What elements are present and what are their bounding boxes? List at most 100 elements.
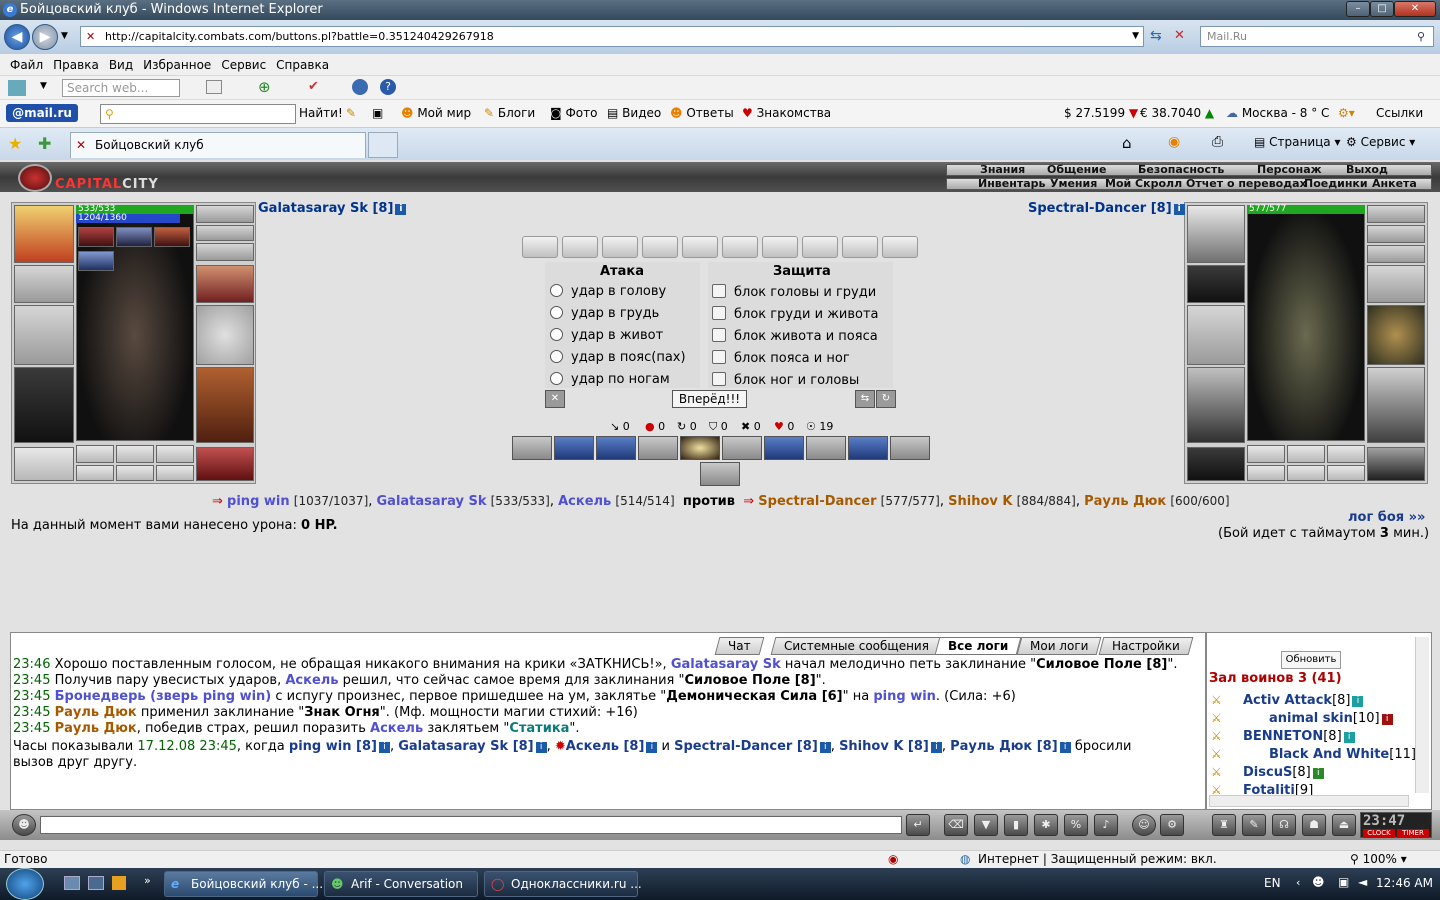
boots-slot[interactable]: [1367, 447, 1425, 481]
block-icon[interactable]: [712, 306, 726, 320]
pocket-slot-2[interactable]: [1287, 445, 1325, 463]
info-icon[interactable]: i: [1312, 768, 1324, 779]
skill-slot-5[interactable]: [680, 436, 720, 460]
nav-knowledge[interactable]: Знания: [980, 163, 1025, 176]
combat-scroll-4[interactable]: [642, 236, 678, 258]
task-conversation[interactable]: ☻ Arif - Conversation: [324, 871, 478, 897]
quicklaunch-more-icon[interactable]: »: [144, 874, 151, 887]
swap-icon[interactable]: ⇆: [855, 390, 875, 408]
team2-player-3[interactable]: Рауль Дюк: [1084, 494, 1166, 509]
url-field[interactable]: ✕ http://capitalcity.combats.com/buttons.…: [80, 26, 1144, 47]
users-hscrollbar[interactable]: [1209, 795, 1409, 807]
tray-expand-icon[interactable]: ‹: [1296, 876, 1300, 889]
link-dating[interactable]: ♥ Знакомства: [742, 106, 831, 120]
log-player[interactable]: Рауль Дюк [8]: [950, 739, 1058, 754]
nav-skills[interactable]: Умения: [1050, 177, 1097, 190]
team1-player-3[interactable]: Аскель: [558, 494, 611, 509]
add-favorite-icon[interactable]: ✚: [38, 134, 51, 153]
log-player[interactable]: ping win [8]: [289, 739, 377, 754]
chat-input[interactable]: [40, 816, 902, 834]
info-icon[interactable]: i: [819, 742, 831, 753]
info-icon[interactable]: i: [1059, 742, 1071, 753]
user-item[interactable]: Black And White[11]: [1269, 747, 1416, 762]
armor-slot[interactable]: [1187, 367, 1245, 443]
user-name[interactable]: DiscuS: [1243, 765, 1292, 780]
menu-file[interactable]: Файл: [6, 54, 49, 76]
pocket-slot-3[interactable]: [1327, 445, 1365, 463]
block-icon[interactable]: [712, 372, 726, 386]
radio-icon[interactable]: [550, 284, 563, 297]
tab-chat[interactable]: Чат: [714, 637, 764, 655]
info-icon[interactable]: i: [378, 742, 390, 753]
menu-edit[interactable]: Правка: [49, 54, 105, 76]
scan-icon[interactable]: ▣: [372, 106, 383, 120]
opponent-portrait[interactable]: [1247, 205, 1365, 441]
skill-slot-6[interactable]: [722, 436, 762, 460]
team1-player-2[interactable]: Galatasaray Sk: [377, 494, 487, 509]
skill-slot-10[interactable]: [890, 436, 930, 460]
bag-icon[interactable]: ♜: [1212, 814, 1236, 836]
amulet-slot[interactable]: [196, 225, 254, 241]
left-player-name[interactable]: Galatasaray Sk [8] i: [258, 201, 407, 216]
block-icon[interactable]: [712, 350, 726, 364]
earrings-slot[interactable]: [196, 205, 254, 223]
link-photo[interactable]: ◙ Фото: [550, 106, 597, 120]
friends-icon[interactable]: ☗: [1302, 814, 1326, 836]
info-icon[interactable]: i: [646, 742, 658, 753]
fighter-icon[interactable]: ✱: [1034, 814, 1058, 836]
toolbar-dropdown-icon[interactable]: ▼: [40, 81, 47, 91]
pencil-icon[interactable]: ✎: [346, 106, 356, 120]
refresh-users-button[interactable]: Обновить: [1281, 651, 1341, 669]
leggings-slot[interactable]: [1367, 367, 1425, 443]
combat-scroll-2[interactable]: [562, 236, 598, 258]
add-icon[interactable]: ⊕: [258, 78, 271, 96]
nav-transfer-report[interactable]: Отчет о переводах: [1186, 177, 1307, 190]
pocket-slot-1[interactable]: [1247, 445, 1285, 463]
rings-slot[interactable]: [1367, 245, 1425, 263]
team1-player-1[interactable]: ping win: [227, 494, 290, 509]
helmet-slot[interactable]: [14, 205, 74, 263]
combat-scroll-8[interactable]: [802, 236, 838, 258]
tab-my-logs[interactable]: Мои логи: [1016, 637, 1102, 655]
belt-slot[interactable]: [1187, 447, 1245, 481]
stop-icon[interactable]: ✕: [1174, 28, 1185, 43]
info-icon[interactable]: i: [930, 742, 942, 753]
nav-security[interactable]: Безопасность: [1138, 163, 1224, 176]
user-name[interactable]: Activ Attack: [1243, 693, 1332, 708]
boots-slot[interactable]: [196, 447, 254, 481]
map-icon[interactable]: ✎: [1242, 814, 1266, 836]
defense-legs-head-option[interactable]: блок ног и головы: [712, 372, 859, 388]
menu-favorites[interactable]: Избранное: [139, 54, 217, 76]
attack-belly-option[interactable]: удар в живот: [550, 328, 663, 343]
skill-slot-4[interactable]: [638, 436, 678, 460]
link-blogs[interactable]: ✎ Блоги: [484, 106, 535, 120]
filter-icon[interactable]: ▼: [974, 814, 998, 836]
attack-legs-option[interactable]: удар по ногам: [550, 372, 670, 387]
smiley-icon[interactable]: ☺: [1132, 814, 1156, 836]
chat-smile-icon[interactable]: ☻: [12, 814, 36, 836]
tab-all-logs[interactable]: Все логи: [934, 637, 1022, 655]
user-name[interactable]: BENNETON: [1243, 729, 1323, 744]
skill-slot-7[interactable]: [764, 436, 804, 460]
group-icon[interactable]: ☊: [1272, 814, 1296, 836]
percent-icon[interactable]: %: [1064, 814, 1088, 836]
switch-windows-icon[interactable]: [88, 876, 104, 890]
rss-icon[interactable]: ◉: [1168, 134, 1180, 150]
log-player[interactable]: Аскель: [285, 673, 338, 688]
maximize-button[interactable]: □: [1370, 1, 1394, 17]
nav-communication[interactable]: Общение: [1047, 163, 1106, 176]
new-tab-button[interactable]: [368, 132, 398, 158]
pocket-slot-3[interactable]: [156, 445, 194, 463]
user-item[interactable]: Activ Attack[8] i: [1243, 693, 1364, 708]
weapon-slot[interactable]: [14, 305, 74, 365]
back-icon[interactable]: ◀: [4, 24, 30, 50]
pocket-slot-6[interactable]: [156, 465, 194, 481]
pocket-slot-5[interactable]: [116, 465, 154, 481]
log-player[interactable]: Рауль Дюк: [55, 705, 137, 720]
gloves-slot[interactable]: [196, 265, 254, 303]
scroll-slot-2[interactable]: [116, 227, 152, 247]
pocket-slot-1[interactable]: [76, 445, 114, 463]
service-menu[interactable]: ⚙ Сервис ▾: [1346, 135, 1415, 149]
book-icon[interactable]: ▮: [1004, 814, 1028, 836]
log-player[interactable]: Galatasaray Sk: [671, 657, 781, 672]
